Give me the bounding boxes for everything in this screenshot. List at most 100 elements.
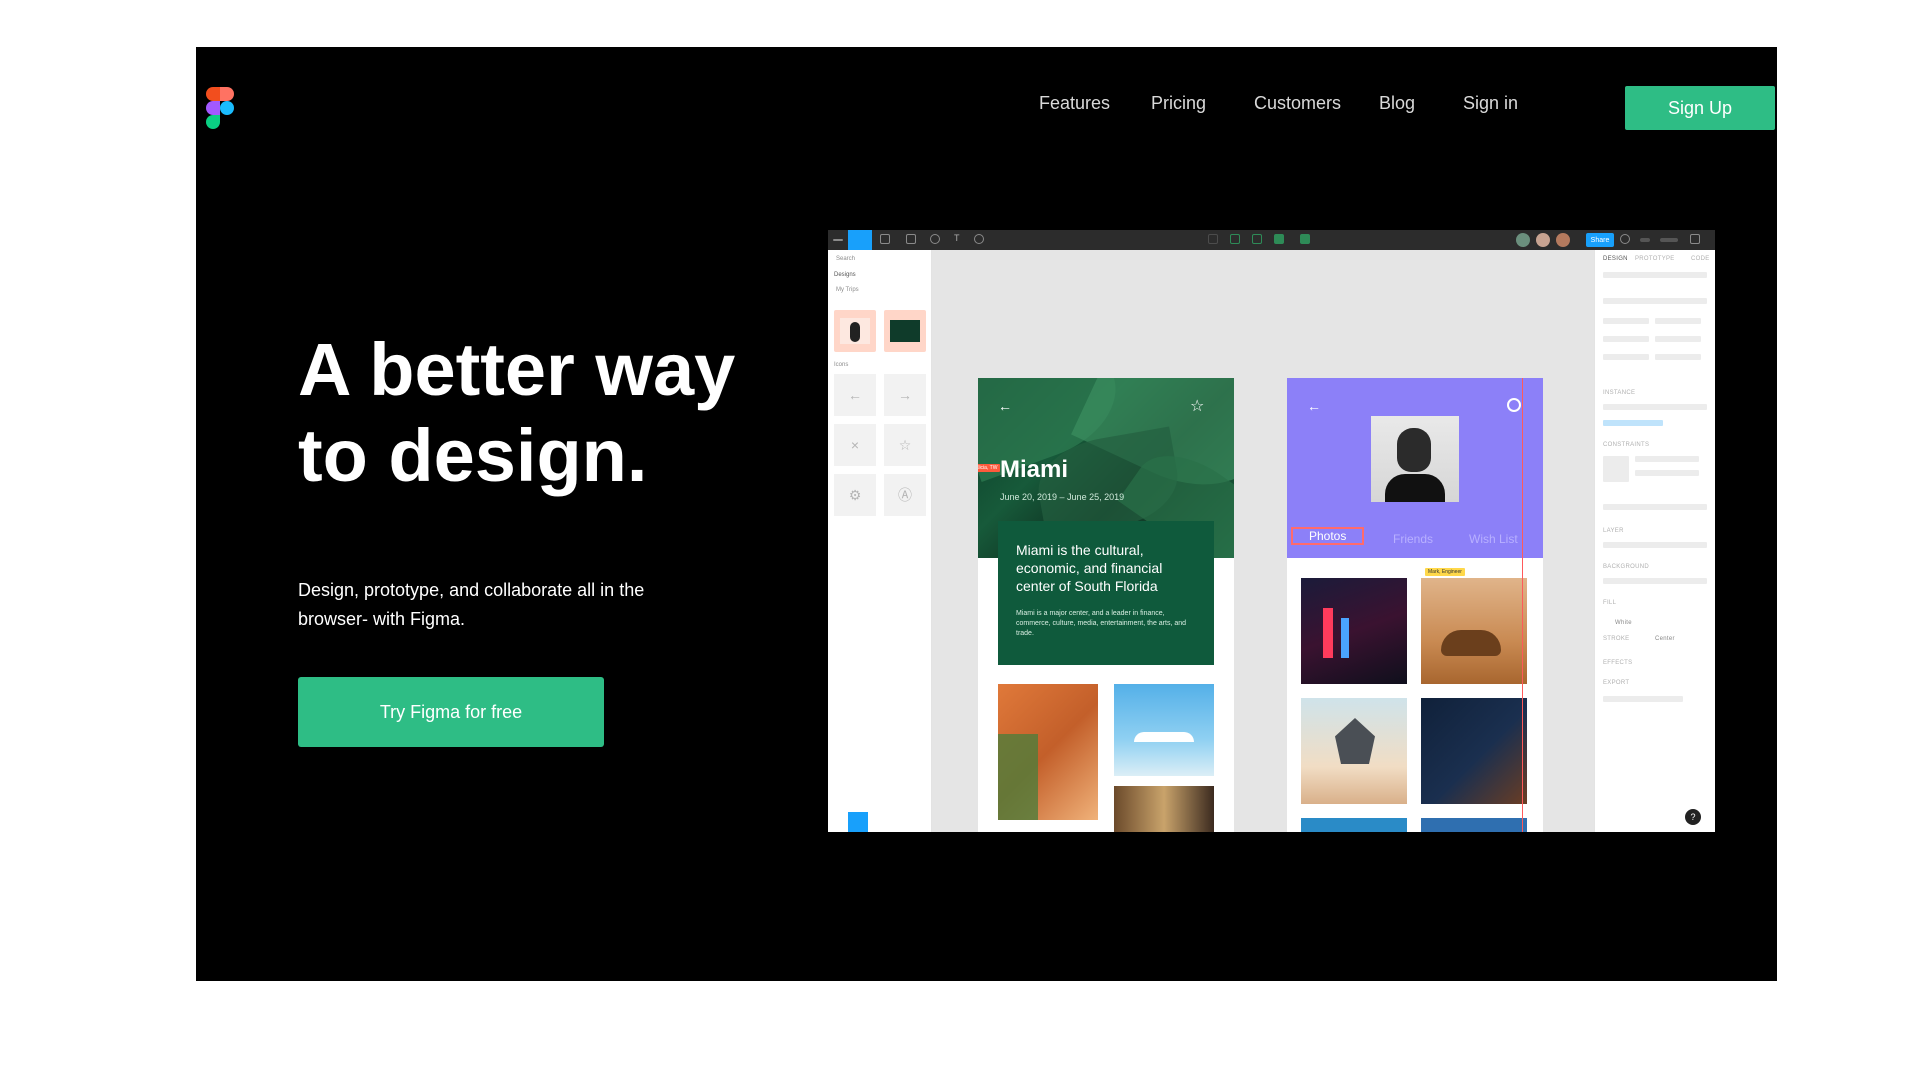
y-field (1655, 318, 1701, 324)
photo-thumbnail (1301, 818, 1407, 832)
profile-icon: Ⓐ (884, 474, 926, 516)
section-effects: EFFECTS (1603, 660, 1633, 666)
pen-tool-icon (930, 234, 940, 244)
top-nav: Features Pricing Customers Blog Sign in (196, 47, 1777, 157)
fullscreen-icon (1690, 234, 1700, 244)
background-row (1603, 578, 1707, 584)
back-arrow-icon: ← (998, 398, 1012, 414)
properties-panel: DESIGN PROTOTYPE CODE INSTANCE CONSTRAIN… (1594, 250, 1715, 832)
miami-info-card: Miami is the cultural, economic, and fin… (998, 521, 1214, 665)
master-link (1603, 420, 1663, 426)
miami-dates: June 20, 2019 – June 25, 2019 (1000, 492, 1125, 502)
layers-panel: Search Designs My Trips Icons ← → × ☆ ⚙ … (828, 250, 932, 832)
sign-up-button[interactable]: Sign Up (1625, 86, 1775, 130)
editor-mockup: T Share Search Designs My Trips Icons ← … (828, 230, 1715, 832)
component-icon (1208, 234, 1218, 244)
share-button: Share (1586, 233, 1614, 247)
headline-line-1: A better way (298, 328, 736, 411)
section-instance: INSTANCE (1603, 390, 1636, 396)
add-icon (848, 812, 868, 832)
canyon-photo (1421, 698, 1527, 804)
cursor-badge: Mark, Engineer (1425, 568, 1465, 576)
section-label: My Trips (836, 287, 859, 293)
stroke-value: Center (1655, 636, 1675, 642)
h-field (1655, 336, 1701, 342)
instance-select (1603, 404, 1707, 410)
mask-icon (1252, 234, 1262, 244)
nav-customers[interactable]: Customers (1254, 93, 1341, 114)
fill-icon (1274, 234, 1284, 244)
beach-photo (1114, 684, 1214, 776)
tab-wish-list: Wish List (1469, 532, 1518, 546)
alignment-guide (1522, 378, 1523, 832)
zoom-icon (1660, 238, 1678, 242)
portrait-image (840, 318, 870, 344)
pages-label: Designs (834, 272, 856, 278)
thumbnail-portrait (834, 310, 876, 352)
arrow-right-icon: → (884, 374, 926, 416)
cursor-badge: Alicia, TW (978, 464, 1001, 472)
menu-icon (833, 239, 843, 241)
card-heading: Miami is the cultural, economic, and fin… (1016, 542, 1163, 594)
help-icon: ? (1685, 809, 1701, 825)
icons-label: Icons (834, 362, 849, 368)
neon-photo (1301, 578, 1407, 684)
headline-line-2: to design. (298, 414, 648, 497)
group-icon (1300, 234, 1310, 244)
w-field (1603, 336, 1649, 342)
miami-frame: ← ☆ Alicia, TW Miami June 20, 2019 – Jun… (978, 378, 1234, 832)
play-icon (1620, 234, 1630, 244)
settings-icon: ⚙ (834, 474, 876, 516)
landing-page: Features Pricing Customers Blog Sign in … (196, 47, 1777, 981)
rotation-field (1603, 354, 1649, 360)
avatar (1516, 233, 1530, 247)
section-constraints: CONSTRAINTS (1603, 442, 1650, 448)
avatar (1556, 233, 1570, 247)
section-export: EXPORT (1603, 680, 1630, 686)
fill-value: White (1615, 620, 1632, 626)
star-icon: ☆ (1190, 398, 1205, 415)
export-hint (1603, 696, 1683, 702)
settings-icon (1507, 398, 1521, 412)
miami-title: Miami (1000, 456, 1069, 483)
text-tool-icon: T (954, 233, 960, 243)
back-arrow-icon: ← (1307, 398, 1321, 414)
nav-blog[interactable]: Blog (1379, 93, 1415, 114)
arrow-left-icon: ← (834, 374, 876, 416)
tab-code: CODE (1691, 256, 1710, 262)
section-background: BACKGROUND (1603, 564, 1650, 570)
radius-field (1655, 354, 1701, 360)
frame-tool-icon (880, 234, 890, 244)
h-constraint-select (1635, 456, 1699, 462)
tab-photos: Photos (1291, 527, 1365, 545)
hero-headline: A better way to design. (298, 327, 818, 499)
constraint-widget (1603, 456, 1629, 482)
section-fill: FILL (1603, 600, 1617, 606)
close-icon: × (834, 424, 876, 466)
frame-select (1603, 298, 1707, 304)
align-row (1603, 272, 1707, 278)
card-image (890, 320, 920, 342)
v-constraint-select (1635, 470, 1699, 476)
comment-tool-icon (974, 234, 984, 244)
card-body: Miami is a major center, and a leader in… (1016, 610, 1187, 637)
nav-features[interactable]: Features (1039, 93, 1110, 114)
shape-tool-icon (906, 234, 916, 244)
profile-frame: ← Photos Friends Wish List Mark, Enginee… (1287, 378, 1543, 832)
castle-photo (1301, 698, 1407, 804)
profile-photo (1371, 416, 1459, 502)
nav-pricing[interactable]: Pricing (1151, 93, 1206, 114)
layout-grid-row (1603, 504, 1707, 510)
blend-row (1603, 542, 1707, 548)
tab-prototype: PROTOTYPE (1635, 256, 1675, 262)
move-tool-icon (848, 230, 872, 250)
hero-subhead: Design, prototype, and collaborate all i… (298, 580, 645, 629)
tab-friends: Friends (1393, 532, 1434, 546)
tab-design: DESIGN (1603, 256, 1628, 262)
street-photo (1114, 786, 1214, 832)
search-label: Search (836, 256, 856, 262)
camel-photo (1421, 578, 1527, 684)
try-figma-button[interactable]: Try Figma for free (298, 677, 604, 747)
section-layer: LAYER (1603, 528, 1624, 534)
nav-sign-in[interactable]: Sign in (1463, 93, 1518, 114)
